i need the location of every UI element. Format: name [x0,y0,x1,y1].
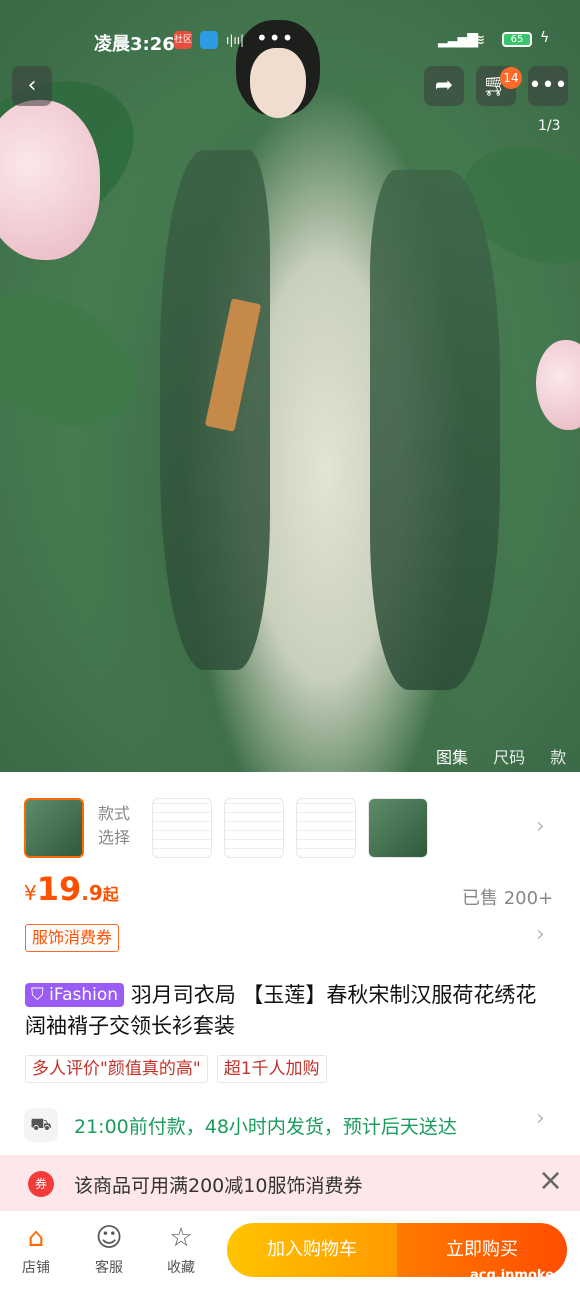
more-button[interactable]: ••• [528,66,568,106]
gallery-tabs: 图集 尺码 款式 [436,744,580,772]
close-icon[interactable]: × [538,1163,563,1198]
cart-count-chip[interactable]: 超1千人加购 [216,1055,327,1083]
back-button[interactable]: ‹ [12,66,52,106]
variant-thumb-5[interactable] [368,798,428,858]
lotus-flower-left [0,100,100,260]
wifi-icon: ≋ [472,30,486,49]
chat-face-icon: ☺ [95,1223,123,1253]
notification-audio-icon: ı|ıı| [226,33,245,47]
coupon-banner[interactable]: 券 该商品可用满200减10服饰消费券 × [0,1155,580,1211]
share-arrow-icon: ➦ [434,73,454,98]
sold-count: 已售 200+ [462,888,554,909]
shipping-info[interactable]: ⛟ 21:00前付款，48小时内发货，预计后天送达 › [24,1106,556,1142]
variant-thumb-3[interactable] [224,798,284,858]
ifashion-badge: ⛉ iFashion [25,983,125,1007]
store-icon: ⌂ [27,1223,45,1253]
favorite-button[interactable]: ☆ 收藏 [156,1223,206,1277]
coupon-chevron-right-icon: › [536,922,545,947]
robe-right-sleeve [370,170,500,690]
review-chip[interactable]: 多人评价"颜值真的高" [25,1055,208,1083]
status-time: 凌晨3:26 [94,34,175,55]
lotus-leaf-left-low [0,267,157,453]
customer-service-button[interactable]: ☺ 客服 [84,1223,134,1277]
battery-icon: 65 [502,32,532,47]
lotus-flower-right [536,340,580,430]
tab-size[interactable]: 尺码 [493,748,525,767]
charging-icon: ϟ [540,30,550,46]
tab-gallery[interactable]: 图集 [436,748,468,767]
coupon-icon: 券 [28,1171,54,1197]
notification-cloud-icon [200,31,218,49]
shop-button[interactable]: ⌂ 店铺 [11,1223,61,1277]
cart-count-badge: 14 [500,67,522,89]
notification-more-icon: ••• [256,26,295,50]
product-hero-image[interactable]: 凌晨3:26 社区 ı|ıı| ••• ▂▃▅▇ ≋ 65 ϟ ‹ ➦ 🛒︎ 1… [0,0,580,772]
share-button[interactable]: ➦ [424,66,464,106]
notification-app-icon: 社区 [174,31,192,49]
truck-icon: ⛟ [24,1108,58,1142]
chevron-right-icon: › [536,814,545,839]
add-to-cart-button[interactable]: 加入购物车 [227,1223,397,1277]
more-dots-icon: ••• [528,73,568,98]
style-select-label: 款式 选择 [98,804,131,847]
variant-thumb-2[interactable] [152,798,212,858]
style-selector[interactable]: 款式 选择 › [0,786,580,876]
variant-thumb-4[interactable] [296,798,356,858]
highlight-chips: 多人评价"颜值真的高" 超1千人加购 [25,1055,331,1083]
coupon-tag[interactable]: 服饰消费券 [25,924,120,952]
chevron-left-icon: ‹ [27,73,37,98]
star-icon: ☆ [169,1223,193,1253]
watermark: acg.inmoke.com [470,1268,580,1283]
shipping-chevron-right-icon: › [536,1106,545,1131]
gallery-page-indicator: 1/3 [538,118,561,134]
variant-thumb-1[interactable] [24,798,84,858]
product-title: ⛉ iFashion 羽月司衣局 【玉莲】春秋宋制汉服荷花绣花阔袖褙子交领长衫套… [25,983,537,1038]
price: ¥19.9起 [24,870,119,908]
